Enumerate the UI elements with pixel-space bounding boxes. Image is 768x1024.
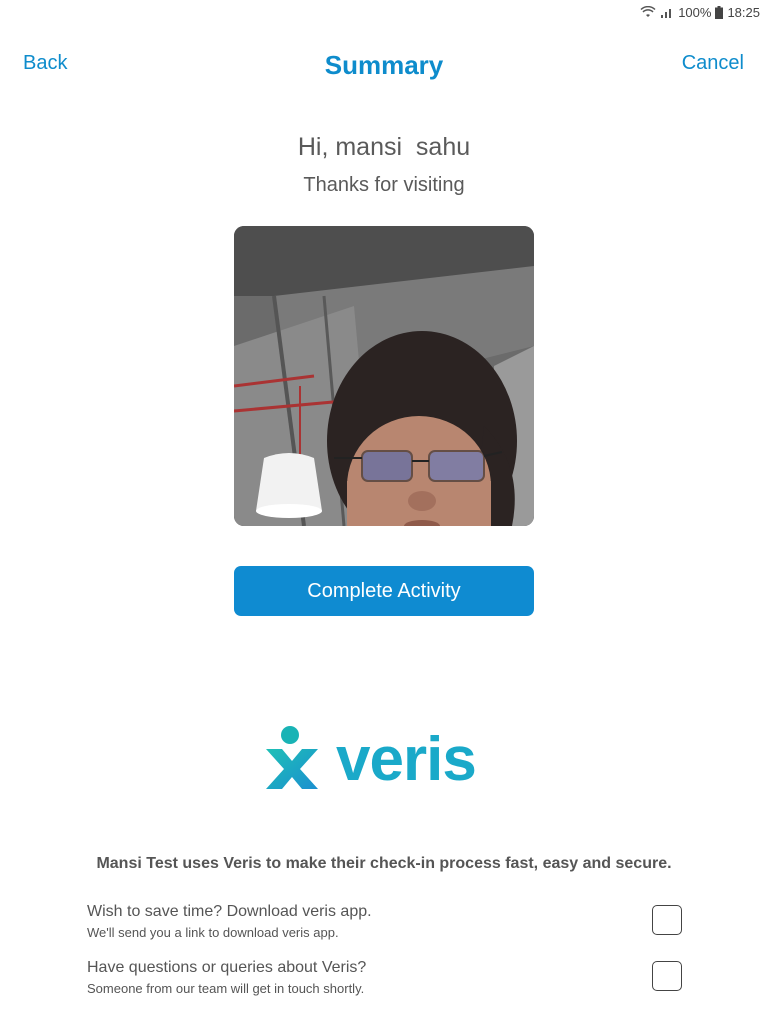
- veris-mark-icon: [262, 725, 322, 796]
- wifi-icon: [640, 6, 656, 18]
- veris-tagline: Mansi Test uses Veris to make their chec…: [96, 855, 672, 872]
- signal-icon: [660, 6, 674, 18]
- option-title: Wish to save time? Download veris app.: [87, 903, 372, 920]
- summary-screen: 100% 18:25 Back Summary Cancel Hi, mansi…: [0, 0, 768, 1024]
- option-contact-team: Have questions or queries about Veris? S…: [87, 959, 682, 1003]
- download-app-checkbox[interactable]: [652, 905, 682, 935]
- cancel-button[interactable]: Cancel: [682, 52, 744, 75]
- status-bar: 100% 18:25: [0, 0, 768, 24]
- option-title: Have questions or queries about Veris?: [87, 959, 367, 976]
- clock: 18:25: [727, 4, 760, 20]
- header: Back Summary Cancel: [0, 40, 768, 92]
- battery-percent: 100%: [678, 4, 712, 20]
- battery-icon: [715, 5, 724, 19]
- visitor-photo: [234, 226, 534, 526]
- contact-team-checkbox[interactable]: [652, 961, 682, 991]
- option-subtitle: We'll send you a link to download veris …: [87, 925, 339, 940]
- veris-logo: veris: [262, 722, 506, 798]
- page-title: Summary: [324, 50, 444, 80]
- option-subtitle: Someone from our team will get in touch …: [87, 981, 365, 996]
- visitor-greeting: Hi, mansi sahu: [297, 133, 471, 161]
- veris-wordmark: veris: [336, 725, 477, 794]
- complete-activity-button[interactable]: Complete Activity: [234, 566, 534, 616]
- option-download-app: Wish to save time? Download veris app. W…: [87, 903, 682, 947]
- visit-thanks: Thanks for visiting: [303, 174, 465, 196]
